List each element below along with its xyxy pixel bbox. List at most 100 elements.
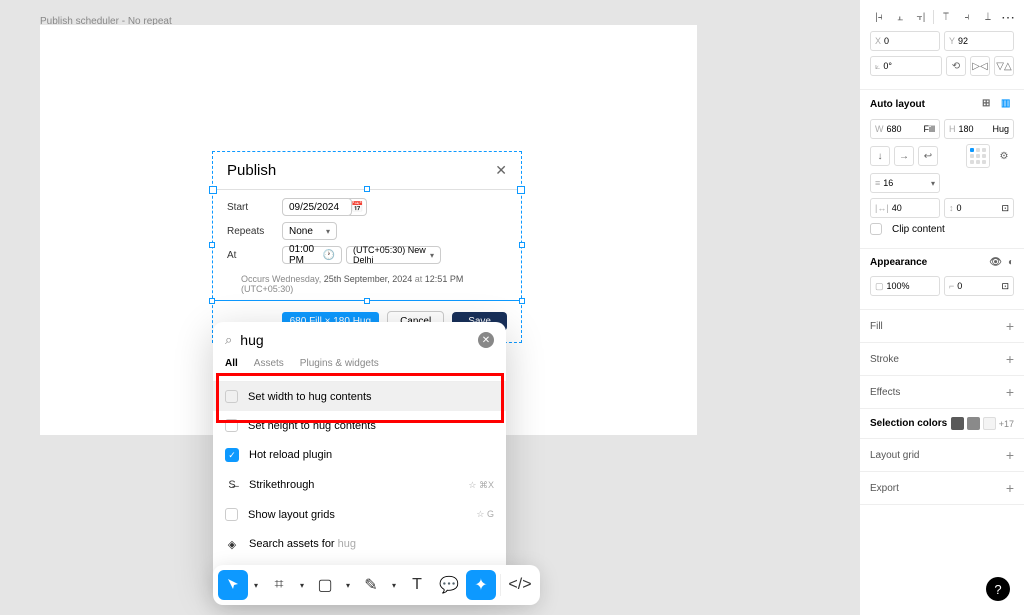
export-section[interactable]: Export+ <box>860 472 1024 505</box>
opacity-input[interactable]: ▢100% <box>870 276 940 296</box>
gap-input[interactable]: ≡16▾ <box>870 173 940 193</box>
action-set-height-hug[interactable]: Set height to hug contents <box>213 411 506 440</box>
plus-icon: + <box>1006 318 1014 334</box>
blend-icon[interactable]: ◐ <box>1008 257 1014 268</box>
help-button[interactable]: ? <box>986 577 1010 601</box>
x-input[interactable]: X0 <box>870 31 940 51</box>
pen-tool-dropdown[interactable]: ▾ <box>388 570 400 600</box>
individual-radius-icon[interactable]: ⊡ <box>1001 281 1009 292</box>
chevron-down-icon: ▾ <box>430 251 434 260</box>
clip-content-checkbox[interactable] <box>870 223 882 235</box>
close-icon[interactable]: ✕ <box>495 162 507 179</box>
shape-tool-dropdown[interactable]: ▾ <box>342 570 354 600</box>
alignment-grid[interactable] <box>966 144 990 168</box>
clear-search-icon[interactable]: ✕ <box>478 332 494 348</box>
align-bottom-icon[interactable]: ⟘ <box>979 8 997 26</box>
color-swatch[interactable] <box>951 417 964 430</box>
plus-icon: + <box>1006 351 1014 367</box>
flip-v-icon[interactable]: ▽△ <box>994 56 1014 76</box>
bottom-toolbar: ▾ ⌗ ▾ ▢ ▾ ✎ ▾ T 💬 ✦ </> <box>213 565 540 605</box>
stroke-section[interactable]: Stroke+ <box>860 343 1024 376</box>
timezone-select[interactable]: (UTC+05:30) New Delhi▾ <box>346 246 441 264</box>
plus-icon: + <box>1006 447 1014 463</box>
action-search-assets[interactable]: ◈ Search assets for hug <box>213 529 506 559</box>
publish-modal-frame[interactable]: Publish ✕ Start 09/25/2024 📅 Repeats Non… <box>212 151 522 343</box>
layout-grid-section[interactable]: Layout grid+ <box>860 439 1024 472</box>
action-hot-reload[interactable]: ✓ Hot reload plugin <box>213 440 506 470</box>
direction-right-icon[interactable]: → <box>894 146 914 166</box>
comment-tool[interactable]: 💬 <box>434 570 464 600</box>
repeats-label: Repeats <box>227 226 282 237</box>
y-input[interactable]: Y92 <box>944 31 1014 51</box>
appearance-title: Appearance <box>870 257 927 268</box>
pen-tool[interactable]: ✎ <box>356 570 386 600</box>
plus-icon: + <box>1006 480 1014 496</box>
rotation-input[interactable]: ⟀0° <box>870 56 942 76</box>
color-swatch[interactable] <box>983 417 996 430</box>
text-tool[interactable]: T <box>402 570 432 600</box>
autolayout-vertical-icon[interactable]: ▥ <box>1001 98 1014 111</box>
move-tool-dropdown[interactable]: ▾ <box>250 570 262 600</box>
clock-icon: 🕐 <box>323 250 335 261</box>
color-swatch[interactable] <box>967 417 980 430</box>
align-top-icon[interactable]: ⟙ <box>937 8 955 26</box>
autolayout-settings-icon[interactable]: ⚙ <box>994 146 1014 166</box>
tab-all[interactable]: All <box>225 358 238 373</box>
time-input[interactable]: 01:00 PM🕐 <box>282 246 342 264</box>
height-input[interactable]: H180Hug <box>944 119 1014 139</box>
plus-icon: + <box>1006 384 1014 400</box>
design-canvas[interactable]: Publish scheduler - No repeat Publish ✕ … <box>0 0 859 615</box>
checkbox-checked-icon: ✓ <box>225 448 239 462</box>
publish-body-selected[interactable]: Start 09/25/2024 📅 Repeats None▾ At 01:0… <box>213 189 521 301</box>
width-input[interactable]: W680Fill <box>870 119 940 139</box>
quick-actions-search-input[interactable] <box>240 332 470 348</box>
clip-content-label: Clip content <box>892 224 945 235</box>
visibility-icon[interactable]: 👁 <box>989 257 1002 268</box>
align-center-h-icon[interactable]: ⫠ <box>891 8 909 26</box>
effects-section[interactable]: Effects+ <box>860 376 1024 409</box>
calendar-icon[interactable]: 📅 <box>349 198 367 216</box>
repeats-select[interactable]: None▾ <box>282 222 337 240</box>
empty-icon <box>225 390 238 403</box>
at-label: At <box>227 250 282 261</box>
radius-input[interactable]: ⌐0⊡ <box>944 276 1014 296</box>
padding-h-input[interactable]: |↔|40 <box>870 198 940 218</box>
action-strikethrough[interactable]: S̶ Strikethrough ☆ ⌘X <box>213 470 506 500</box>
start-label: Start <box>227 202 282 213</box>
occurs-text: Occurs Wednesday, 25th September, 2024 a… <box>227 270 507 298</box>
start-date-input[interactable]: 09/25/2024 <box>282 198 352 216</box>
frame-tool-dropdown[interactable]: ▾ <box>296 570 308 600</box>
empty-icon <box>225 419 238 432</box>
quick-actions-panel: ⌕ ✕ All Assets Plugins & widgets Set wid… <box>213 322 506 589</box>
empty-icon <box>225 508 238 521</box>
strikethrough-icon: S̶ <box>225 478 239 492</box>
fill-section[interactable]: Fill+ <box>860 310 1024 343</box>
wrap-icon[interactable]: ⊞ <box>982 98 995 111</box>
autolayout-title: Auto layout <box>870 99 925 110</box>
dev-mode-toggle[interactable]: </> <box>505 570 535 600</box>
individual-padding-icon[interactable]: ⊡ <box>1001 203 1009 214</box>
actions-tool[interactable]: ✦ <box>466 570 496 600</box>
publish-title: Publish <box>227 162 276 179</box>
move-tool[interactable] <box>218 570 248 600</box>
chevron-down-icon: ▾ <box>326 227 330 236</box>
align-center-v-icon[interactable]: ⫞ <box>958 8 976 26</box>
flip-h-icon[interactable]: ⟲ <box>946 56 966 76</box>
padding-v-input[interactable]: ↕0⊡ <box>944 198 1014 218</box>
more-align-icon[interactable]: ⋯ <box>1001 9 1014 26</box>
tab-plugins[interactable]: Plugins & widgets <box>300 358 379 373</box>
direction-wrap-icon[interactable]: ↩ <box>918 146 938 166</box>
flip-h2-icon[interactable]: ▷◁ <box>970 56 990 76</box>
selection-colors-section[interactable]: Selection colors +17 <box>860 409 1024 439</box>
action-set-width-hug[interactable]: Set width to hug contents <box>213 382 506 411</box>
rectangle-tool[interactable]: ▢ <box>310 570 340 600</box>
action-show-layout-grids[interactable]: Show layout grids ☆ G <box>213 500 506 529</box>
tab-assets[interactable]: Assets <box>254 358 284 373</box>
diamond-icon: ◈ <box>225 537 239 551</box>
design-panel: |⫞ ⫠ ⫟| ⟙ ⫞ ⟘ ⋯ X0 Y92 ⟀0° ⟲ ▷◁ ▽△ Auto … <box>859 0 1024 615</box>
align-right-icon[interactable]: ⫟| <box>912 8 930 26</box>
frame-tool[interactable]: ⌗ <box>264 570 294 600</box>
align-left-icon[interactable]: |⫞ <box>870 8 888 26</box>
search-icon: ⌕ <box>225 332 232 348</box>
direction-down-icon[interactable]: ↓ <box>870 146 890 166</box>
